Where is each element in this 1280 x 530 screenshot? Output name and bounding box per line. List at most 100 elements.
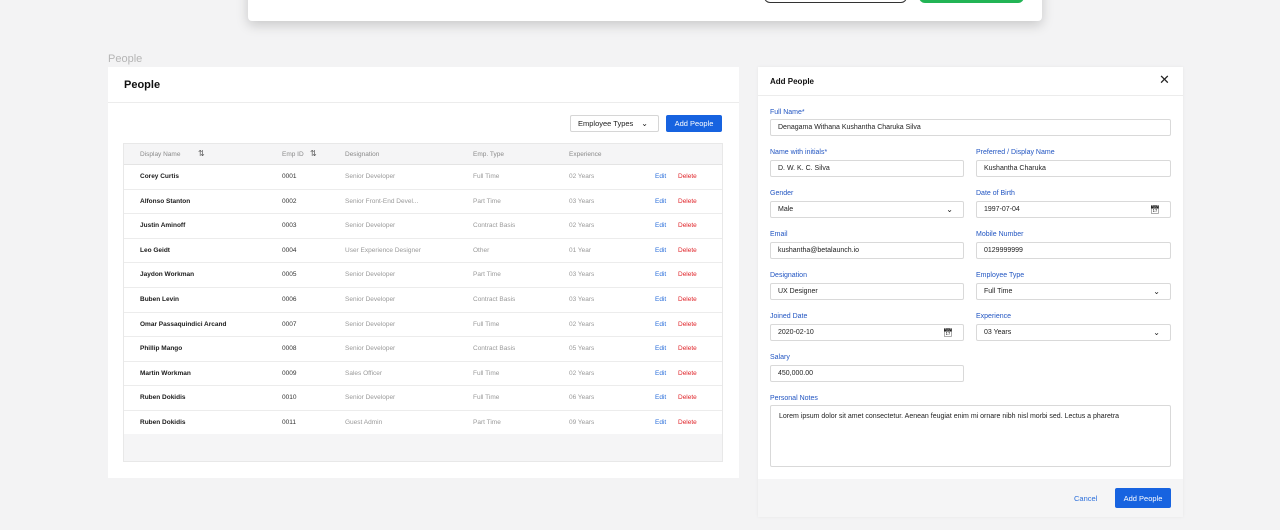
edit-link[interactable]: Edit xyxy=(655,173,666,180)
designation-cell: User Experience Designer xyxy=(345,246,421,254)
full-name-value: Denagama Withana Kushantha Charuka Silva xyxy=(778,124,921,131)
emp-type-cell: Contract Basis xyxy=(473,222,516,230)
gender-select[interactable]: Male ⌄ xyxy=(770,201,964,218)
joined-date-field[interactable]: 2020-02-10 📅︎ xyxy=(770,324,964,341)
delete-link[interactable]: Delete xyxy=(678,419,697,426)
display-name-cell: Corey Curtis xyxy=(140,173,180,180)
notes-label: Personal Notes xyxy=(770,395,818,402)
emp-type-cell: Other xyxy=(473,246,490,254)
edit-link[interactable]: Edit xyxy=(655,247,666,254)
employee-types-dropdown[interactable]: Employee Types ⌄ xyxy=(570,115,659,132)
joined-date-value: 2020-02-10 xyxy=(778,329,814,336)
breadcrumb: People xyxy=(108,53,143,65)
table-row: Corey Curtis 0001 Senior Developer Full Tim… xyxy=(124,165,722,190)
edit-link[interactable]: Edit xyxy=(655,345,666,352)
delete-link[interactable]: Delete xyxy=(678,394,697,401)
dialog-primary-button[interactable] xyxy=(919,0,1024,3)
display-name-cell: Leo Geidt xyxy=(140,246,170,254)
delete-link[interactable]: Delete xyxy=(678,271,697,278)
panel-title: Add People xyxy=(770,77,815,86)
experience-cell: 01 Year xyxy=(569,246,592,254)
display-name-cell: Martin Workman xyxy=(140,369,191,377)
divider xyxy=(108,102,739,103)
mobile-value: 0129999999 xyxy=(984,247,1023,254)
email-field[interactable]: kushantha@betalaunch.io xyxy=(770,242,964,259)
close-icon[interactable]: ✕ xyxy=(1159,72,1170,88)
edit-link[interactable]: Edit xyxy=(655,198,666,205)
experience-cell: 05 Years xyxy=(569,345,595,353)
delete-link[interactable]: Delete xyxy=(678,222,697,229)
table-row: Phillip Mango 0008 Senior Developer Contrac… xyxy=(124,337,722,362)
edit-link[interactable]: Edit xyxy=(655,321,666,328)
emp-id-cell: 0001 xyxy=(282,173,297,180)
edit-link[interactable]: Edit xyxy=(655,296,666,303)
email-label: Email xyxy=(770,231,788,238)
calendar-icon[interactable]: 📅︎ xyxy=(943,328,953,337)
edit-link[interactable]: Edit xyxy=(655,370,666,377)
dialog-secondary-button[interactable] xyxy=(764,0,907,3)
dob-field[interactable]: 1997-07-04 📅︎ xyxy=(976,201,1171,218)
edit-link[interactable]: Edit xyxy=(655,271,666,278)
display-name-cell: Omar Passaquindici Arcand xyxy=(140,320,227,328)
initials-label: Name with initials* xyxy=(770,149,828,156)
delete-link[interactable]: Delete xyxy=(678,198,697,205)
edit-link[interactable]: Edit xyxy=(655,419,666,426)
designation-field[interactable]: UX Designer xyxy=(770,283,964,300)
chevron-down-icon: ⌄ xyxy=(1153,328,1160,337)
designation-cell: Senior Front-End Devel... xyxy=(345,197,419,205)
display-name-cell: Buben Levin xyxy=(140,296,180,303)
people-table: Display Name ⇅ Emp ID ⇅ Designation Emp.… xyxy=(123,143,723,462)
emp-id-cell: 0004 xyxy=(282,246,297,254)
table-row: Jaydon Workman 0005 Senior Developer Part T… xyxy=(124,263,722,288)
emp-type-cell: Part Time xyxy=(473,197,501,205)
delete-link[interactable]: Delete xyxy=(678,345,697,352)
divider xyxy=(758,95,1183,96)
emp-type-cell: Full Time xyxy=(473,394,500,402)
emp-id-cell: 0009 xyxy=(282,369,297,377)
col-display-name[interactable]: Display Name xyxy=(140,151,180,158)
delete-link[interactable]: Delete xyxy=(678,370,697,377)
table-row: Justin Aminoff 0003 Senior Developer Contra… xyxy=(124,214,722,239)
employee-types-label: Employee Types xyxy=(578,119,634,128)
salary-field[interactable]: 450,000.00 xyxy=(770,365,964,382)
delete-link[interactable]: Delete xyxy=(678,321,697,328)
experience-cell: 02 Years xyxy=(569,173,595,180)
table-row: Alfonso Stanton 0002 Senior Front-End Deve… xyxy=(124,190,722,215)
personal-notes-textarea[interactable]: Lorem ipsum dolor sit amet consectetur. … xyxy=(770,405,1171,467)
col-experience: Experience xyxy=(569,151,602,158)
emp-type-cell: Full Time xyxy=(473,369,500,377)
emp-id-cell: 0011 xyxy=(282,419,296,426)
joined-date-label: Joined Date xyxy=(770,313,808,320)
edit-link[interactable]: Edit xyxy=(655,394,666,401)
table-footer xyxy=(124,434,722,461)
experience-cell: 02 Years xyxy=(569,320,595,328)
experience-select[interactable]: 03 Years ⌄ xyxy=(976,324,1171,341)
sort-icon[interactable]: ⇅ xyxy=(198,149,205,158)
delete-link[interactable]: Delete xyxy=(678,247,697,254)
edit-link[interactable]: Edit xyxy=(655,222,666,229)
add-people-button[interactable]: Add People xyxy=(666,115,722,132)
col-designation: Designation xyxy=(345,151,380,158)
sort-icon[interactable]: ⇅ xyxy=(310,149,317,158)
delete-link[interactable]: Delete xyxy=(678,296,697,303)
emp-type-cell: Full Time xyxy=(473,320,500,328)
gender-label: Gender xyxy=(770,190,794,197)
gender-value: Male xyxy=(778,206,794,213)
display-name-field[interactable]: Kushantha Charuka xyxy=(976,160,1171,177)
full-name-field[interactable]: Denagama Withana Kushantha Charuka Silva xyxy=(770,119,1171,136)
delete-link[interactable]: Delete xyxy=(678,173,697,180)
emp-id-cell: 0002 xyxy=(282,197,297,205)
top-dialog-card xyxy=(248,0,1042,21)
employee-type-select[interactable]: Full Time ⌄ xyxy=(976,283,1171,300)
submit-add-people-button[interactable]: Add People xyxy=(1115,488,1171,508)
col-emp-id[interactable]: Emp ID xyxy=(282,151,304,158)
table-row: Ruben Dokidis 0010 Senior Developer Full Ti… xyxy=(124,386,722,411)
emp-id-cell: 0008 xyxy=(282,345,297,353)
dob-value: 1997-07-04 xyxy=(984,206,1020,213)
mobile-field[interactable]: 0129999999 xyxy=(976,242,1171,259)
calendar-icon[interactable]: 📅︎ xyxy=(1150,205,1160,214)
experience-cell: 09 Years xyxy=(569,419,595,426)
initials-field[interactable]: D. W. K. C. Silva xyxy=(770,160,964,177)
designation-cell: Senior Developer xyxy=(345,345,396,353)
cancel-button[interactable]: Cancel xyxy=(1074,494,1097,503)
